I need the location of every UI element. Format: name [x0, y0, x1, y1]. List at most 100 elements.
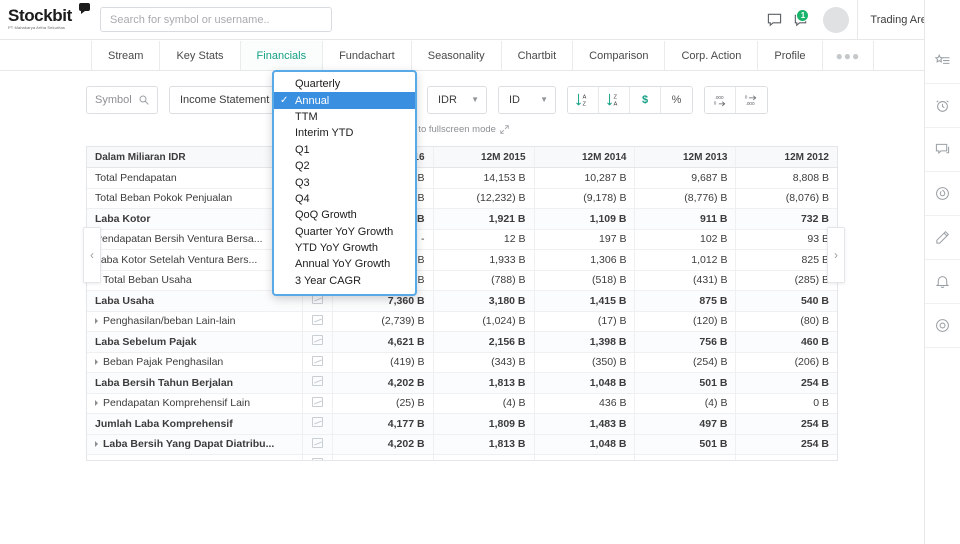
- fire-icon[interactable]: [924, 172, 960, 216]
- stockbit-logo[interactable]: Stockbit PT Mahakarya Artha Sekuritas: [0, 3, 96, 31]
- period-option-label: Q2: [295, 160, 310, 173]
- row-chart-toggle[interactable]: [302, 331, 333, 353]
- tab-chartbit[interactable]: Chartbit: [502, 41, 574, 70]
- bell-icon[interactable]: [924, 260, 960, 304]
- table-row[interactable]: Laba Bersih Yang Dapat Diatribu... 4,202 …: [87, 434, 837, 455]
- period-option-q1[interactable]: Q1: [274, 142, 415, 158]
- tab-fundachart[interactable]: Fundachart: [323, 41, 412, 70]
- table-row[interactable]: Laba Kotor3,968 B1,921 B1,109 B911 B732 …: [87, 208, 837, 230]
- table-row[interactable]: Pendapatan Bersih Ventura Bersa... -12 B1…: [87, 229, 837, 250]
- row-chart-toggle[interactable]: [302, 454, 333, 460]
- row-value: 102 B: [634, 229, 737, 250]
- row-label[interactable]: Laba Komprehensif Yang Dapat Di...: [87, 454, 304, 460]
- period-option-ttm[interactable]: TTM: [274, 109, 415, 125]
- table-row[interactable]: Jumlah Laba Komprehensif 4,177 B 1,809 B 1,…: [87, 413, 837, 435]
- currency-select[interactable]: IDR ▼: [427, 86, 487, 114]
- period-option-ytd-yoy-growth[interactable]: YTD YoY Growth: [274, 240, 415, 256]
- row-value: 1,483 B: [534, 413, 636, 435]
- table-row[interactable]: Beban Pajak Penghasilan (419) B (343) B (35…: [87, 352, 837, 373]
- watchlist-icon[interactable]: [924, 40, 960, 84]
- tab-corp-action[interactable]: Corp. Action: [665, 41, 759, 70]
- row-value: 1,109 B: [534, 208, 636, 230]
- row-chart-toggle[interactable]: [302, 413, 333, 435]
- row-label[interactable]: Total Beban Usaha: [87, 270, 304, 291]
- table-row[interactable]: Laba Kotor Setelah Ventura Bers...3,968 …: [87, 249, 837, 271]
- row-chart-toggle[interactable]: [302, 393, 333, 414]
- symbol-search-field[interactable]: Symbol: [86, 86, 158, 114]
- pencil-icon[interactable]: [924, 216, 960, 260]
- scroll-left-button[interactable]: ‹: [83, 227, 101, 283]
- row-chart-toggle[interactable]: [302, 434, 333, 455]
- avatar[interactable]: [823, 6, 850, 33]
- column-header-3[interactable]: 12M 2013: [634, 147, 737, 168]
- period-dropdown-list: Quarterly ✓ Annual TTM Interim YTD Q1 Q2 Q3 Q4 Qo…: [274, 76, 415, 289]
- row-chart-toggle[interactable]: [302, 372, 333, 394]
- increase-decimals-button[interactable]: .000 0: [705, 87, 736, 113]
- alarm-icon[interactable]: [924, 84, 960, 128]
- currency-format-button[interactable]: $: [630, 87, 661, 113]
- period-option-interim-ytd[interactable]: Interim YTD: [274, 125, 415, 141]
- fullscreen-mode-link[interactable]: Go to fullscreen mode: [403, 124, 509, 135]
- period-option-quarterly[interactable]: Quarterly: [274, 76, 415, 92]
- column-header-4[interactable]: 12M 2012: [735, 147, 837, 168]
- table-row[interactable]: Laba Bersih Tahun Berjalan 4,202 B 1,813 B…: [87, 372, 837, 394]
- table-row[interactable]: Total Beban Usaha(2,104) B(788) B(518) B…: [87, 270, 837, 291]
- row-value: (431) B: [634, 270, 737, 291]
- chat-icon[interactable]: [761, 7, 787, 33]
- tab-stream[interactable]: Stream: [92, 41, 161, 70]
- expand-triangle-icon[interactable]: [95, 359, 98, 366]
- table-row[interactable]: Total Pendapatan23,788 B14,153 B10,287 B…: [87, 167, 837, 189]
- sort-descending-button[interactable]: Z A: [599, 87, 630, 113]
- row-label[interactable]: Beban Pajak Penghasilan: [87, 352, 304, 373]
- chat-bubble-icon[interactable]: [924, 128, 960, 172]
- period-option-3-year-cagr[interactable]: 3 Year CAGR: [274, 273, 415, 289]
- tab-comparison[interactable]: Comparison: [573, 41, 666, 70]
- locale-select[interactable]: ID ▼: [498, 86, 556, 114]
- decrease-decimals-button[interactable]: 0 .000: [736, 87, 767, 113]
- row-label[interactable]: Pendapatan Komprehensif Lain: [87, 393, 304, 414]
- period-option-q4[interactable]: Q4: [274, 191, 415, 207]
- period-option-quarter-yoy-growth[interactable]: Quarter YoY Growth: [274, 224, 415, 240]
- expand-triangle-icon[interactable]: [95, 400, 98, 407]
- period-option-label: Interim YTD: [295, 127, 354, 140]
- row-label[interactable]: Penghasilan/beban Lain-lain: [87, 311, 304, 332]
- sort-ascending-button[interactable]: A Z: [568, 87, 599, 113]
- period-option-annual[interactable]: ✓ Annual: [274, 92, 415, 109]
- period-option-q3[interactable]: Q3: [274, 174, 415, 190]
- expand-triangle-icon[interactable]: [95, 441, 98, 448]
- table-row[interactable]: Total Beban Pokok Penjualan(19,820) B(12…: [87, 188, 837, 209]
- tab-key-stats[interactable]: Key Stats: [160, 41, 241, 70]
- row-value: 540 B: [735, 290, 837, 312]
- column-header-2[interactable]: 12M 2014: [534, 147, 636, 168]
- table-row[interactable]: Laba Usaha 7,360 B 3,180 B 1,415 B 875 B 540 …: [87, 290, 837, 312]
- row-value: 756 B: [634, 331, 737, 353]
- period-option-q2[interactable]: Q2: [274, 158, 415, 174]
- svg-text:.000: .000: [746, 101, 755, 106]
- tab-overflow-menu[interactable]: ●●●: [823, 41, 875, 70]
- search-input[interactable]: [100, 7, 332, 32]
- table-row[interactable]: Pendapatan Komprehensif Lain (25) B (4) B4…: [87, 393, 837, 414]
- column-header-1[interactable]: 12M 2015: [433, 147, 535, 168]
- table-row[interactable]: Laba Komprehensif Yang Dapat Di... 4,177 …: [87, 454, 837, 460]
- row-value: 4,177 B: [332, 454, 434, 460]
- headset-icon[interactable]: [924, 304, 960, 348]
- period-dropdown-menu[interactable]: Quarterly ✓ Annual TTM Interim YTD Q1 Q2 Q3 Q4 Qo…: [272, 70, 417, 297]
- percent-format-button[interactable]: %: [661, 87, 692, 113]
- period-option-qoq-growth[interactable]: QoQ Growth: [274, 207, 415, 223]
- table-row[interactable]: Laba Sebelum Pajak 4,621 B 2,156 B 1,398 B7…: [87, 331, 837, 353]
- scroll-right-button[interactable]: ›: [827, 227, 845, 283]
- financials-table-container[interactable]: Dalam Miliaran IDR 12M 2016 12M 2015 12M…: [86, 146, 838, 461]
- svg-text:0: 0: [745, 95, 748, 100]
- table-row[interactable]: Penghasilan/beban Lain-lain (2,739) B (1,0…: [87, 311, 837, 332]
- row-label-text: Total Pendapatan: [95, 171, 177, 184]
- row-chart-toggle[interactable]: [302, 352, 333, 373]
- row-chart-toggle[interactable]: [302, 311, 333, 332]
- expand-triangle-icon[interactable]: [95, 318, 98, 325]
- statement-type-value: Income Statement: [180, 94, 270, 106]
- tab-seasonality[interactable]: Seasonality: [412, 41, 502, 70]
- row-label[interactable]: Laba Bersih Yang Dapat Diatribu...: [87, 434, 304, 455]
- notification-icon[interactable]: 1: [787, 7, 813, 33]
- period-option-annual-yoy-growth[interactable]: Annual YoY Growth: [274, 256, 415, 272]
- tab-financials[interactable]: Financials: [240, 41, 324, 70]
- tab-profile[interactable]: Profile: [758, 41, 823, 70]
